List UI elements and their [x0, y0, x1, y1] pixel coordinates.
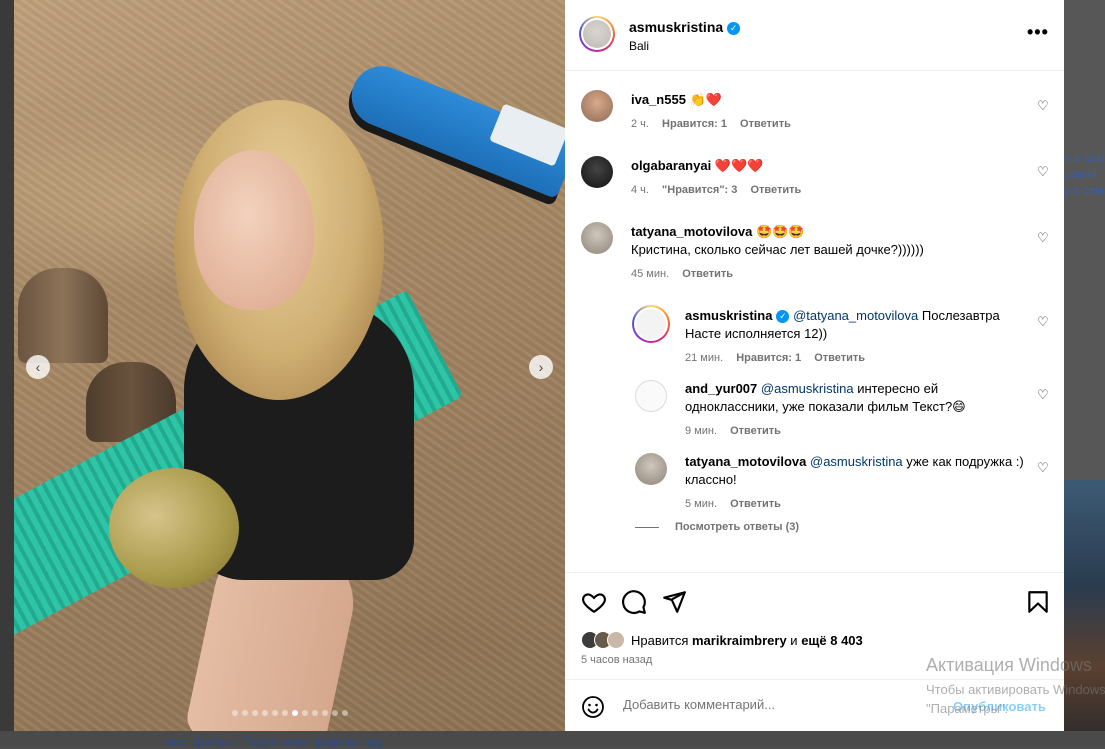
pagination-dot — [232, 710, 238, 716]
comment-text: tatyana_motovilova 🤩🤩🤩 Кристина, сколько… — [631, 224, 924, 257]
comment-likes-count[interactable]: Нравится: 1 — [662, 118, 727, 130]
pagination-dot — [262, 710, 268, 716]
like-reply-heart-icon[interactable]: ♡ — [1037, 314, 1049, 330]
photo-pagination-dots — [232, 710, 348, 716]
pagination-dot — [312, 710, 318, 716]
verified-badge-icon: ✓ — [776, 310, 790, 324]
comment-bubble-icon[interactable] — [621, 589, 647, 615]
verified-badge-icon: ✓ — [727, 21, 741, 35]
more-options-icon[interactable]: ••• — [1027, 22, 1049, 43]
windows-activation-text: Чтобы активировать Windows, "Параметры". — [926, 682, 1105, 716]
reply-text: asmuskristina ✓ @tatyana_motovilova После… — [685, 308, 1000, 341]
reply-username[interactable]: and_yur007 — [685, 381, 757, 396]
comment-username[interactable]: olgabaranyai — [631, 158, 711, 173]
reply-text: tatyana_motovilova @asmuskristina уже ка… — [685, 454, 1024, 487]
pagination-dot — [272, 710, 278, 716]
comment-text: olgabaranyai ❤️❤️❤️ — [631, 158, 764, 173]
liker-username[interactable]: marikraimbrery — [692, 633, 787, 648]
coconut — [109, 468, 239, 588]
reply-meta: 21 мин. Нравится: 1 Ответить — [685, 352, 866, 364]
like-comment-heart-icon[interactable]: ♡ — [1037, 98, 1049, 114]
reply-meta: 5 мин. Ответить — [685, 498, 781, 510]
reply-button[interactable]: Ответить — [682, 268, 733, 280]
commenter-avatar[interactable] — [581, 222, 613, 254]
background-left — [0, 0, 14, 746]
reply-button[interactable]: Ответить — [730, 498, 781, 510]
tree-stump — [18, 268, 108, 363]
pagination-dot — [302, 710, 308, 716]
like-comment-heart-icon[interactable]: ♡ — [1037, 164, 1049, 180]
emoji-icon[interactable] — [581, 695, 605, 719]
pagination-dot — [292, 710, 298, 716]
reply-meta: 9 мин. Ответить — [685, 425, 781, 437]
reply-author-avatar[interactable] — [632, 305, 670, 343]
reply-username[interactable]: tatyana_motovilova — [685, 454, 806, 469]
post-timestamp: 5 часов назад — [581, 654, 653, 666]
pagination-dot — [282, 710, 288, 716]
like-heart-icon[interactable] — [581, 589, 607, 615]
author-username[interactable]: asmuskristina ✓ — [629, 19, 741, 35]
comment-input[interactable] — [621, 696, 925, 713]
reply-button[interactable]: Ответить — [814, 352, 865, 364]
comments-list: iva_n555 👏❤️ 2 ч. Нравится: 1 Ответить ♡… — [565, 71, 1064, 571]
reply-button[interactable]: Ответить — [750, 184, 801, 196]
pagination-dot — [342, 710, 348, 716]
windows-activation-title: Активация Windows — [926, 655, 1092, 675]
reply-username[interactable]: asmuskristina — [685, 308, 772, 323]
mention-link[interactable]: @tatyana_motovilova — [793, 308, 918, 323]
liker-avatars — [581, 631, 625, 649]
reply-author-avatar[interactable] — [635, 453, 667, 485]
pagination-dot — [332, 710, 338, 716]
commenter-avatar[interactable] — [581, 90, 613, 122]
likes-summary[interactable]: Нравится marikraimbrery и ещё 8 403 — [581, 631, 863, 649]
pagination-dot — [242, 710, 248, 716]
share-send-icon[interactable] — [661, 589, 687, 615]
prev-photo-button[interactable]: ‹ — [26, 355, 50, 379]
post-header: asmuskristina ✓ Bali ••• — [565, 0, 1064, 71]
background-caption-text: этот фильм. Подогнала травмы под — [165, 734, 382, 749]
mention-link[interactable]: @asmuskristina — [810, 454, 903, 469]
comment-meta: 45 мин. Ответить — [631, 268, 734, 280]
mention-link[interactable]: @asmuskristina — [761, 381, 854, 396]
comment-username[interactable]: iva_n555 — [631, 92, 686, 107]
background-right-text: е в сам ровня у с сем — [1064, 151, 1105, 197]
like-reply-heart-icon[interactable]: ♡ — [1037, 387, 1049, 403]
reply-button[interactable]: Ответить — [740, 118, 791, 130]
post-photo: ‹ › — [14, 0, 565, 731]
comment-username[interactable]: tatyana_motovilova — [631, 224, 752, 239]
pagination-dot — [322, 710, 328, 716]
comment-meta: 2 ч. Нравится: 1 Ответить — [631, 118, 791, 130]
pagination-dot — [252, 710, 258, 716]
reply-text: and_yur007 @asmuskristina интересно ей о… — [685, 381, 966, 414]
next-photo-button[interactable]: › — [529, 355, 553, 379]
reply-button[interactable]: Ответить — [730, 425, 781, 437]
commenter-avatar[interactable] — [581, 156, 613, 188]
save-bookmark-icon[interactable] — [1025, 589, 1051, 615]
view-replies-button[interactable]: Посмотреть ответы (3) — [635, 521, 799, 533]
reply-likes-count[interactable]: Нравится: 1 — [736, 352, 801, 364]
comment-text: iva_n555 👏❤️ — [631, 92, 722, 107]
author-avatar[interactable] — [579, 16, 615, 52]
like-comment-heart-icon[interactable]: ♡ — [1037, 230, 1049, 246]
post-details-panel: asmuskristina ✓ Bali ••• iva_n555 👏❤️ 2 ч… — [565, 0, 1064, 731]
person-face — [194, 150, 314, 310]
comment-meta: 4 ч. "Нравится": 3 Ответить — [631, 184, 802, 196]
post-location[interactable]: Bali — [629, 39, 649, 53]
reply-author-avatar[interactable] — [635, 380, 667, 412]
comment-likes-count[interactable]: "Нравится": 3 — [662, 184, 737, 196]
like-reply-heart-icon[interactable]: ♡ — [1037, 460, 1049, 476]
likes-count[interactable]: ещё 8 403 — [801, 633, 863, 648]
